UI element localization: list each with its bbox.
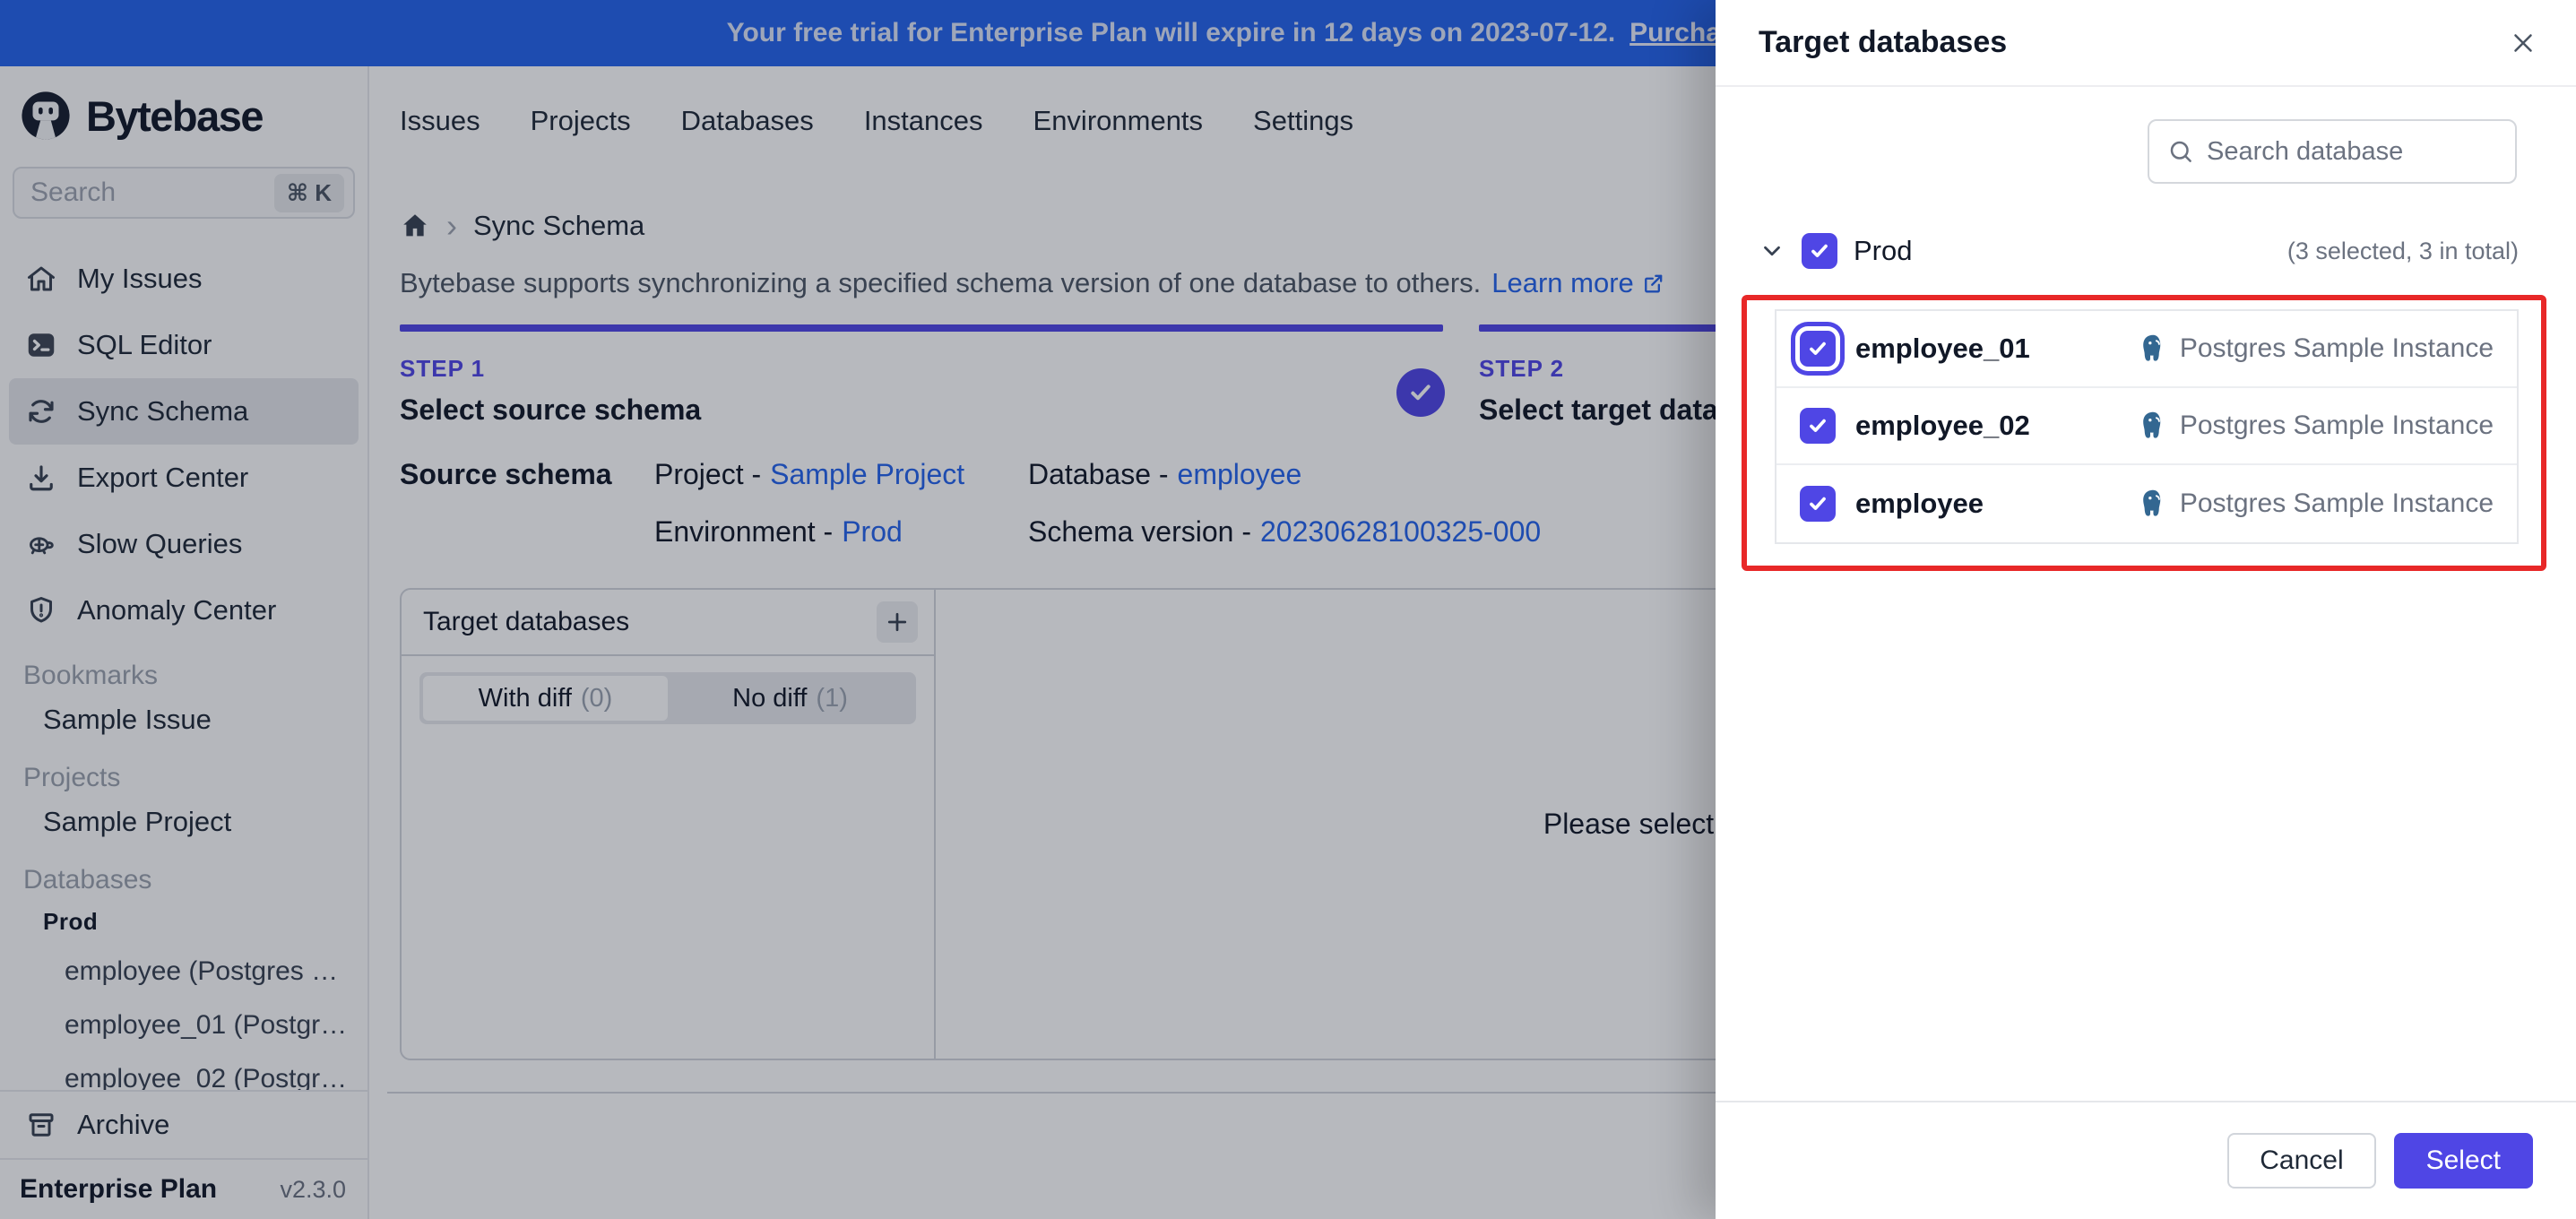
list-item-employee-01[interactable]: employee_01 Postgres Sample Instance <box>1776 311 2517 388</box>
row-checkbox[interactable] <box>1800 408 1836 444</box>
target-databases-drawer: Target databases Prod (3 selected, 3 in … <box>1716 0 2576 1219</box>
database-search[interactable] <box>2148 119 2517 184</box>
instance-info: Postgres Sample Instance <box>2137 333 2494 365</box>
list-item-employee-02[interactable]: employee_02 Postgres Sample Instance <box>1776 388 2517 465</box>
instance-info: Postgres Sample Instance <box>2137 488 2494 520</box>
database-search-input[interactable] <box>2207 136 2497 167</box>
cancel-button[interactable]: Cancel <box>2227 1133 2376 1189</box>
drawer-title: Target databases <box>1759 25 2008 59</box>
postgres-icon <box>2143 489 2161 516</box>
list-item-employee[interactable]: employee Postgres Sample Instance <box>1776 465 2517 542</box>
postgres-icon <box>2143 334 2161 361</box>
row-checkbox[interactable] <box>1800 486 1836 522</box>
group-checkbox[interactable] <box>1802 233 1837 269</box>
database-name: employee <box>1855 488 1984 519</box>
instance-name: Postgres Sample Instance <box>2179 488 2494 518</box>
search-icon <box>2170 141 2191 162</box>
drawer-header: Target databases <box>1716 0 2576 87</box>
group-name: Prod <box>1854 235 1913 266</box>
database-name: employee_02 <box>1855 410 2030 441</box>
instance-name: Postgres Sample Instance <box>2179 333 2494 363</box>
instance-info: Postgres Sample Instance <box>2137 410 2494 442</box>
selection-summary: (3 selected, 3 in total) <box>2286 237 2519 264</box>
check-icon <box>1810 341 1826 355</box>
app-root: Your free trial for Enterprise Plan will… <box>0 0 2576 1219</box>
postgres-icon <box>2143 411 2161 438</box>
database-list: employee_01 Postgres Sample Instance emp… <box>1775 309 2519 544</box>
environment-group-row: Prod (3 selected, 3 in total) <box>1759 226 2519 276</box>
drawer-footer: Cancel Select <box>1716 1101 2576 1219</box>
check-icon <box>1811 244 1828 257</box>
close-icon <box>2514 33 2532 52</box>
check-icon <box>1810 497 1826 510</box>
modal-overlay[interactable] <box>0 0 1716 1219</box>
row-checkbox[interactable] <box>1800 331 1836 367</box>
instance-name: Postgres Sample Instance <box>2179 411 2494 440</box>
close-button[interactable] <box>2508 28 2538 58</box>
chevron-down-icon[interactable] <box>1759 238 1785 264</box>
select-button[interactable]: Select <box>2393 1133 2533 1189</box>
check-icon <box>1810 419 1826 432</box>
database-name: employee_01 <box>1855 333 2030 364</box>
